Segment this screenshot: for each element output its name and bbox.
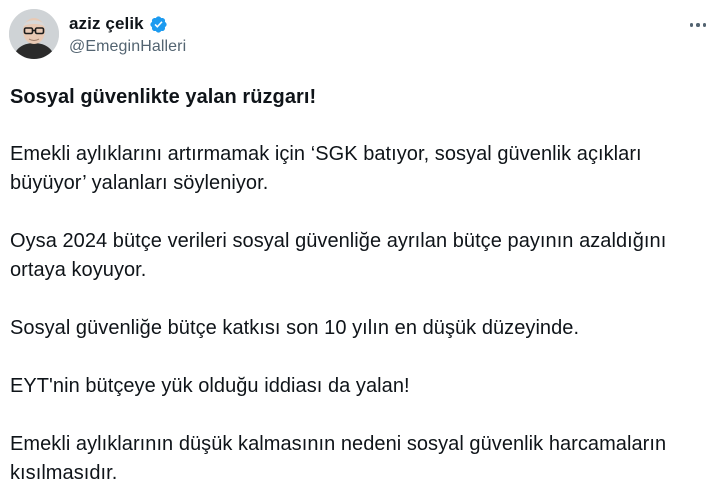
tweet-paragraph: Emekli aylıklarının düşük kalmasının ned… <box>10 433 667 484</box>
name-row: aziz çelik <box>69 13 186 35</box>
display-name[interactable]: aziz çelik <box>69 14 144 34</box>
person-with-glasses-avatar-icon <box>9 9 59 59</box>
user-handle[interactable]: @EmeginHalleri <box>69 38 186 56</box>
dot <box>702 23 707 27</box>
tweet-paragraph: Emekli aylıklarını artırmamak için ‘SGK … <box>10 143 642 194</box>
dot <box>696 23 700 27</box>
author-block: aziz çelik @EmeginHalleri <box>69 13 186 56</box>
avatar[interactable] <box>9 9 59 59</box>
dot <box>689 23 694 27</box>
tweet-header: aziz çelik @EmeginHalleri <box>9 9 712 65</box>
tweet-headline: Sosyal güvenlikte yalan rüzgarı! <box>10 86 317 108</box>
more-options-icon[interactable] <box>684 17 712 33</box>
tweet-paragraph: Oysa 2024 bütçe verileri sosyal güvenliğ… <box>10 230 667 281</box>
verified-badge-icon[interactable] <box>149 15 168 34</box>
tweet-text: Sosyal güvenlikte yalan rüzgarı! Emekli … <box>10 83 715 488</box>
tweet-paragraph: EYT'nin bütçeye yük olduğu iddiası da ya… <box>10 375 410 397</box>
tweet-paragraph: Sosyal güvenliğe bütçe katkısı son 10 yı… <box>10 317 580 339</box>
tweet-card: aziz çelik @EmeginHalleri Sosyal güvenli… <box>0 0 721 502</box>
